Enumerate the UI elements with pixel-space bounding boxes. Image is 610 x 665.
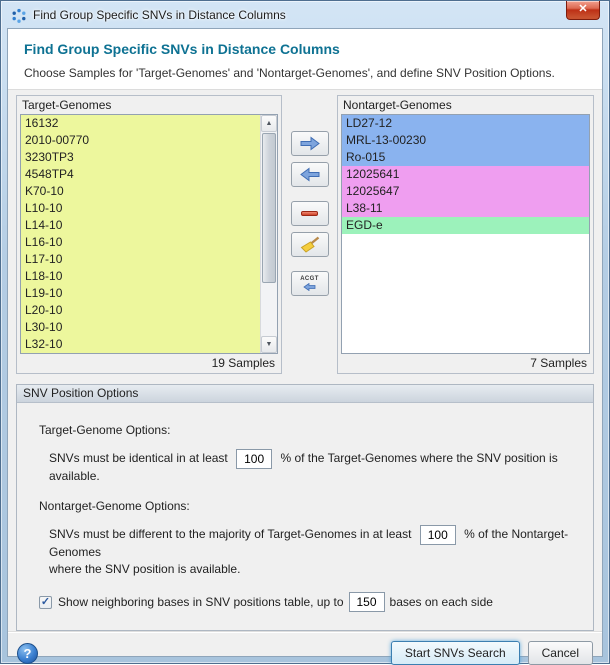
- arrow-left-icon: [299, 167, 321, 182]
- scroll-down-icon[interactable]: ▼: [261, 336, 277, 353]
- title-bar[interactable]: Find Group Specific SNVs in Distance Col…: [7, 1, 603, 28]
- list-item[interactable]: 12025641: [342, 166, 589, 183]
- nontarget-option-text-before: SNVs must be different to the majority o…: [49, 527, 411, 541]
- list-item[interactable]: L32-10: [21, 336, 260, 353]
- acgt-transfer-button[interactable]: ACGT: [291, 271, 329, 296]
- list-item[interactable]: EGD-e: [342, 217, 589, 234]
- scroll-up-icon[interactable]: ▲: [261, 115, 277, 132]
- list-item[interactable]: L19-10: [21, 285, 260, 302]
- genome-lists-row: Target-Genomes 161322010-007703230TP3454…: [8, 90, 602, 378]
- list-item[interactable]: L20-10: [21, 302, 260, 319]
- close-button[interactable]: ✕: [566, 1, 600, 20]
- broom-icon: [300, 236, 320, 253]
- target-genomes-panel: Target-Genomes 161322010-007703230TP3454…: [16, 95, 282, 374]
- target-percent-input[interactable]: [236, 449, 272, 469]
- nontarget-genomes-panel: Nontarget-Genomes LD27-12MRL-13-00230Ro-…: [337, 95, 594, 374]
- cancel-button[interactable]: Cancel: [528, 641, 593, 665]
- list-item[interactable]: L38-11: [342, 200, 589, 217]
- list-item[interactable]: 2010-00770: [21, 132, 260, 149]
- small-arrow-left-icon: [303, 283, 316, 291]
- help-button[interactable]: ?: [17, 643, 38, 664]
- minus-icon: [301, 211, 318, 216]
- page-subtitle: Choose Samples for 'Target-Genomes' and …: [24, 66, 586, 80]
- nontarget-genomes-title: Nontarget-Genomes: [338, 96, 593, 114]
- dialog-body: Find Group Specific SNVs in Distance Col…: [7, 28, 603, 657]
- nontarget-options-heading: Nontarget-Genome Options:: [39, 499, 581, 513]
- app-icon: [11, 8, 27, 24]
- nontarget-option-text-line2: where the SNV position is available.: [49, 562, 581, 576]
- target-sample-count: 19 Samples: [17, 354, 281, 373]
- remove-button[interactable]: [291, 201, 329, 226]
- dialog-header: Find Group Specific SNVs in Distance Col…: [8, 29, 602, 90]
- list-item[interactable]: Ro-015: [342, 149, 589, 166]
- list-item[interactable]: L18-10: [21, 268, 260, 285]
- list-item[interactable]: L17-10: [21, 251, 260, 268]
- target-genomes-list[interactable]: 161322010-007703230TP34548TP4K70-10L10-1…: [21, 115, 260, 353]
- list-item[interactable]: MRL-13-00230: [342, 132, 589, 149]
- target-option-text-before: SNVs must be identical in at least: [49, 451, 228, 465]
- clear-button[interactable]: [291, 232, 329, 257]
- target-genomes-listbox: 161322010-007703230TP34548TP4K70-10L10-1…: [20, 114, 278, 354]
- window-title: Find Group Specific SNVs in Distance Col…: [33, 8, 286, 22]
- nontarget-genomes-list[interactable]: LD27-12MRL-13-00230Ro-015120256411202564…: [342, 115, 589, 353]
- acgt-label: ACGT: [300, 276, 319, 282]
- transfer-buttons: ACGT: [284, 95, 336, 302]
- list-item[interactable]: LD27-12: [342, 115, 589, 132]
- dialog-window: Find Group Specific SNVs in Distance Col…: [0, 0, 610, 664]
- target-list-scrollbar[interactable]: ▲ ▼: [260, 115, 277, 353]
- neighbor-bases-checkbox[interactable]: ✓: [39, 596, 52, 609]
- footer-bar: ? Start SNVs Search Cancel: [8, 631, 602, 665]
- list-item[interactable]: K70-10: [21, 183, 260, 200]
- neighbor-bases-input[interactable]: [349, 592, 385, 612]
- list-item[interactable]: L30-10: [21, 319, 260, 336]
- neighboring-bases-option: ✓ Show neighboring bases in SNV position…: [39, 592, 581, 612]
- neighbor-text-before: Show neighboring bases in SNV positions …: [58, 595, 344, 609]
- start-snvs-search-button[interactable]: Start SNVs Search: [391, 641, 520, 665]
- target-genomes-title: Target-Genomes: [17, 96, 281, 114]
- target-identity-option: SNVs must be identical in at least % of …: [49, 449, 581, 483]
- move-right-button[interactable]: [291, 131, 329, 156]
- nontarget-genomes-listbox: LD27-12MRL-13-00230Ro-015120256411202564…: [341, 114, 590, 354]
- list-item[interactable]: 16132: [21, 115, 260, 132]
- neighbor-text-after: bases on each side: [390, 595, 493, 609]
- list-item[interactable]: L10-10: [21, 200, 260, 217]
- list-item[interactable]: 12025647: [342, 183, 589, 200]
- list-item[interactable]: 3230TP3: [21, 149, 260, 166]
- nontarget-sample-count: 7 Samples: [338, 354, 593, 373]
- list-item[interactable]: L14-10: [21, 217, 260, 234]
- list-item[interactable]: L16-10: [21, 234, 260, 251]
- nontarget-percent-input[interactable]: [420, 525, 456, 545]
- page-title: Find Group Specific SNVs in Distance Col…: [24, 41, 586, 57]
- snv-position-options-panel: SNV Position Options Target-Genome Optio…: [16, 384, 594, 631]
- snv-options-body: Target-Genome Options: SNVs must be iden…: [17, 403, 593, 630]
- acgt-arrow-icon: ACGT: [300, 276, 319, 291]
- list-item[interactable]: 4548TP4: [21, 166, 260, 183]
- target-options-heading: Target-Genome Options:: [39, 423, 581, 437]
- scrollbar-track[interactable]: [261, 132, 277, 336]
- nontarget-difference-option: SNVs must be different to the majority o…: [49, 525, 581, 559]
- move-left-button[interactable]: [291, 162, 329, 187]
- arrow-right-icon: [299, 136, 321, 151]
- check-icon: ✓: [41, 597, 50, 608]
- scrollbar-thumb[interactable]: [262, 133, 276, 283]
- snv-options-header: SNV Position Options: [17, 385, 593, 403]
